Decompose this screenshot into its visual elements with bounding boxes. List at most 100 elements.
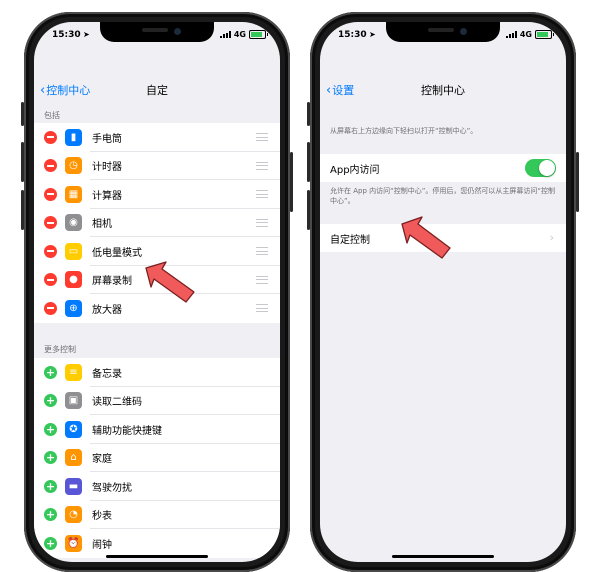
right-screen: 15:30 ➤ 4G ‹ 设置 控制中心 从屏幕右上方边缘向下轻扫以打开“控制中… [320,22,566,562]
battery-icon [249,30,268,39]
volume-down-button [307,190,310,230]
side-button [290,152,293,212]
add-icon[interactable] [44,394,57,408]
location-icon: ➤ [369,30,376,39]
reorder-handle-icon[interactable] [256,275,268,284]
qr-code-icon: ▣ [65,392,82,410]
add-icon[interactable] [44,365,57,379]
item-label: 驾驶勿扰 [92,482,132,494]
item-label: 相机 [92,219,112,231]
list-item: ⏰ 闹钟 [34,529,280,558]
accessibility-icon: ✪ [65,420,82,438]
volume-up-button [21,142,24,182]
list-item: ◔ 秒表 [34,501,280,530]
more-controls-list: ≡ 备忘录 ▣ 读取二维码 ✪ 辅助功能快捷键 ⌂ 家庭 ▬ 驾驶勿扰 [34,358,280,558]
list-item: ▮ 手电筒 [34,123,280,152]
home-indicator[interactable] [106,555,208,558]
right-phone: 15:30 ➤ 4G ‹ 设置 控制中心 从屏幕右上方边缘向下轻扫以打开“控制中… [307,12,579,572]
in-app-access-row: App内访问 [320,154,566,182]
reorder-handle-icon[interactable] [256,133,268,141]
customize-controls-label: 自定控制 [330,234,370,246]
pointer-arrow-icon [145,261,195,303]
item-label: 辅助功能快捷键 [92,425,162,437]
status-time: 15:30 [338,30,367,40]
remove-icon[interactable] [44,130,57,144]
item-label: 计时器 [92,162,122,174]
stopwatch-icon: ◔ [65,506,82,524]
notes-icon: ≡ [65,363,82,381]
item-label: 秒表 [92,511,112,523]
signal-icon [219,31,231,38]
item-label: 屏幕录制 [92,276,132,288]
list-item: ▣ 读取二维码 [34,387,280,416]
chevron-right-icon: › [549,231,554,244]
reorder-handle-icon[interactable] [256,247,268,255]
item-label: 读取二维码 [92,397,142,409]
item-label: 放大器 [92,304,122,316]
flashlight-icon: ▮ [65,128,82,146]
item-label: 手电筒 [92,133,122,145]
network-type: 4G [233,30,246,39]
add-icon[interactable] [44,479,57,493]
in-app-access-toggle[interactable] [525,159,556,177]
list-item: ✪ 辅助功能快捷键 [34,415,280,444]
navigation-bar: ‹ 控制中心 自定 [34,76,280,102]
reorder-handle-icon[interactable] [256,304,268,312]
low-power-icon: ▭ [65,242,82,260]
remove-icon[interactable] [44,273,57,287]
mute-switch [307,102,310,126]
in-app-access-caption: 允许在 App 内访问“控制中心”。停用后，您仍然可以从主屏幕访问“控制中心”。 [330,187,556,205]
list-item: ⌂ 家庭 [34,444,280,473]
location-icon: ➤ [83,30,90,39]
calculator-icon: ▦ [65,185,82,203]
reorder-handle-icon[interactable] [256,190,268,198]
item-label: 计算器 [92,190,122,202]
car-icon: ▬ [65,477,82,495]
screen-record-icon: ● [65,271,82,289]
list-item: ▦ 计算器 [34,180,280,209]
side-button [576,152,579,212]
item-label: 家庭 [92,454,112,466]
page-title: 自定 [146,84,168,97]
notch [100,22,214,42]
remove-icon[interactable] [44,216,57,230]
item-label: 闹钟 [92,539,112,551]
pointer-arrow-icon [401,216,451,259]
add-icon[interactable] [44,451,57,465]
list-item: ≡ 备忘录 [34,358,280,387]
reorder-handle-icon[interactable] [256,161,268,170]
camera-icon: ◉ [65,214,82,232]
add-icon[interactable] [44,422,57,436]
item-label: 低电量模式 [92,247,142,259]
add-icon[interactable] [44,508,57,522]
mute-switch [21,102,24,126]
battery-charging-icon [535,30,554,39]
add-icon[interactable] [44,536,57,550]
section-header-included: 包括 [44,111,60,120]
remove-icon[interactable] [44,244,57,258]
volume-down-button [21,190,24,230]
remove-icon[interactable] [44,159,57,173]
remove-icon[interactable] [44,301,57,315]
reorder-handle-icon[interactable] [256,218,268,227]
home-indicator[interactable] [392,555,494,558]
item-label: 备忘录 [92,368,122,380]
signal-icon [505,31,517,38]
list-item: ◉ 相机 [34,209,280,238]
list-item: ▬ 驾驶勿扰 [34,472,280,501]
home-icon: ⌂ [65,449,82,467]
magnifier-icon: ⊕ [65,299,82,317]
notch [386,22,500,42]
in-app-access-group: App内访问 [320,154,566,182]
list-item: ◷ 计时器 [34,152,280,181]
intro-caption: 从屏幕右上方边缘向下轻扫以打开“控制中心”。 [330,127,478,135]
alarm-icon: ⏰ [65,534,82,552]
remove-icon[interactable] [44,187,57,201]
timer-icon: ◷ [65,157,82,175]
section-header-more: 更多控制 [44,345,76,354]
network-type: 4G [519,30,532,39]
in-app-access-label: App内访问 [330,164,380,176]
navigation-bar: ‹ 设置 控制中心 [320,76,566,102]
volume-up-button [307,142,310,182]
page-title: 控制中心 [421,84,465,97]
